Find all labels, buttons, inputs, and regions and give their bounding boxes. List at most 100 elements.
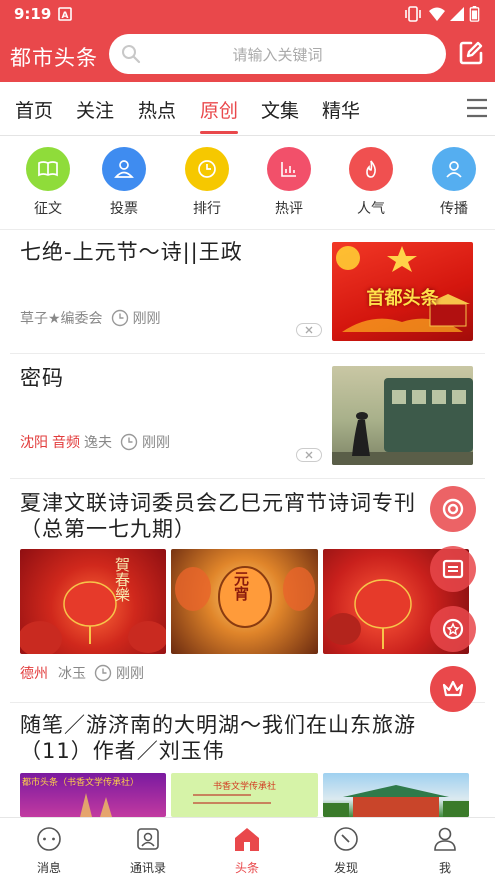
article-thumbnail[interactable]: 都市头条（书香文学传承社）	[20, 773, 166, 817]
article-title[interactable]: 夏津文联诗词委员会乙巳元宵节诗词专刊	[20, 489, 416, 517]
signal-icon	[450, 7, 464, 21]
book-icon	[26, 147, 70, 191]
nav-discover[interactable]: 发现	[311, 826, 381, 876]
article-thumbnail[interactable]: 元宵	[171, 549, 318, 654]
crown-icon	[442, 680, 464, 697]
list-icon	[442, 559, 464, 579]
article-item[interactable]: 密码 沈阳 音频 逸夫 刚刚	[10, 354, 485, 479]
dismiss-button[interactable]	[296, 323, 322, 337]
close-icon	[305, 326, 313, 334]
category-essay[interactable]: 征文	[18, 147, 78, 218]
category-ranking[interactable]: 排行	[177, 147, 237, 218]
message-fab[interactable]	[430, 546, 476, 592]
category-label: 人气	[357, 201, 385, 217]
notification-a-icon: A	[58, 7, 72, 21]
flame-icon	[349, 147, 393, 191]
location-tag[interactable]: 沈阳	[20, 432, 48, 452]
location-tag[interactable]: 德州	[20, 663, 48, 683]
contacts-icon	[137, 828, 159, 850]
nav-me[interactable]: 我	[410, 826, 480, 876]
article-title[interactable]: 随笔／游济南的大明湖～我们在山东旅游	[20, 711, 416, 739]
article-title[interactable]: 七绝-上元节～诗||王政	[20, 238, 243, 266]
audio-tag[interactable]: 音频	[52, 432, 80, 452]
category-hot-comments[interactable]: 热评	[259, 147, 319, 218]
author-name[interactable]: 冰玉	[58, 663, 86, 683]
app-screen: 9:19 A 都市头条 请输入关键词 首页 关注 热点 原创 文集 精华 征文 …	[0, 0, 495, 881]
wifi-icon	[429, 7, 445, 21]
category-popular[interactable]: 人气	[341, 147, 401, 218]
crown-fab[interactable]	[430, 666, 476, 712]
nav-label: 发现	[333, 861, 358, 875]
thumbnail-graphic	[332, 378, 473, 465]
nav-contacts[interactable]: 通讯录	[113, 826, 183, 876]
article-thumbnail[interactable]	[332, 366, 473, 465]
active-tab-indicator	[200, 131, 238, 134]
clock-icon	[185, 147, 229, 191]
vibrate-icon	[405, 6, 421, 22]
home-icon	[235, 828, 259, 851]
article-thumbnail[interactable]: 书香文学传承社	[171, 773, 318, 817]
refresh-icon	[442, 498, 464, 520]
tab-hot[interactable]: 热点	[138, 96, 176, 123]
medal-icon	[442, 618, 464, 640]
category-row: 征文 投票 排行 热评 人气 传播	[0, 137, 495, 229]
nav-headlines[interactable]: 头条	[212, 826, 282, 876]
search-input[interactable]: 请输入关键词	[109, 34, 446, 74]
menu-icon[interactable]	[466, 98, 488, 118]
tab-featured[interactable]: 精华	[322, 96, 360, 123]
publish-time: 刚刚	[132, 311, 161, 327]
category-label: 传播	[440, 201, 468, 217]
article-title[interactable]: 密码	[20, 364, 64, 392]
status-bar: 9:19 A	[0, 0, 495, 28]
article-title-line2[interactable]: （11）作者／刘玉伟	[20, 737, 225, 765]
thumbnail-caption: 首都头条	[366, 288, 439, 309]
author-name[interactable]: 草子★编委会	[20, 308, 103, 328]
users-icon	[102, 147, 146, 191]
compass-icon	[334, 827, 358, 851]
thumbnail-graphic	[323, 785, 469, 817]
battery-icon	[469, 6, 480, 22]
tab-original[interactable]: 原创	[200, 96, 238, 123]
thumbnail-graphic	[20, 581, 166, 654]
status-time: 9:19	[14, 5, 52, 23]
thumbnail-graphic	[175, 566, 315, 628]
tab-home[interactable]: 首页	[15, 96, 53, 123]
category-label: 投票	[110, 201, 138, 217]
person-icon	[432, 147, 476, 191]
medal-fab[interactable]	[430, 606, 476, 652]
article-meta: 草子★编委会 刚刚	[20, 308, 161, 328]
nav-label: 我	[438, 861, 451, 875]
clock-icon	[120, 433, 138, 451]
article-title-line2[interactable]: （总第一七九期）	[20, 515, 196, 543]
nav-label: 头条	[234, 861, 259, 875]
thumbnail-caption: 书香文学传承社	[212, 782, 276, 792]
profile-icon	[434, 827, 456, 851]
category-spread[interactable]: 传播	[424, 147, 484, 218]
svg-text:A: A	[62, 11, 69, 21]
author-name[interactable]: 逸夫	[84, 432, 112, 452]
thumbnail-caption: 元宵	[232, 571, 250, 601]
publish-time: 刚刚	[116, 666, 144, 682]
tab-collection[interactable]: 文集	[261, 96, 299, 123]
edit-icon[interactable]	[458, 40, 484, 66]
article-thumbnail[interactable]: 賀春樂	[20, 549, 166, 654]
category-vote[interactable]: 投票	[94, 147, 154, 218]
article-item[interactable]: 随笔／游济南的大明湖～我们在山东旅游 （11）作者／刘玉伟 都市头条（书香文学传…	[10, 703, 485, 817]
article-item[interactable]: 夏津文联诗词委员会乙巳元宵节诗词专刊 （总第一七九期） 賀春樂 元宵 德州 冰玉…	[10, 479, 485, 703]
nav-label: 通讯录	[129, 861, 166, 875]
close-icon	[305, 451, 313, 459]
article-thumbnail[interactable]	[323, 773, 469, 817]
refresh-fab[interactable]	[430, 486, 476, 532]
tab-follow[interactable]: 关注	[76, 96, 114, 123]
nav-messages[interactable]: 消息	[14, 826, 84, 876]
category-label: 热评	[275, 201, 303, 217]
dismiss-button[interactable]	[296, 448, 322, 462]
clock-icon	[94, 664, 112, 682]
article-item[interactable]: 七绝-上元节～诗||王政 草子★编委会 刚刚 首都头条	[10, 230, 485, 354]
app-title: 都市头条	[10, 46, 98, 70]
chat-icon	[37, 827, 61, 851]
article-meta: 沈阳 音频 逸夫 刚刚	[20, 432, 170, 452]
thumbnail-caption: 都市头条（书香文学传承社）	[22, 778, 140, 788]
category-label: 征文	[34, 201, 62, 217]
article-thumbnail[interactable]: 首都头条	[332, 242, 473, 341]
